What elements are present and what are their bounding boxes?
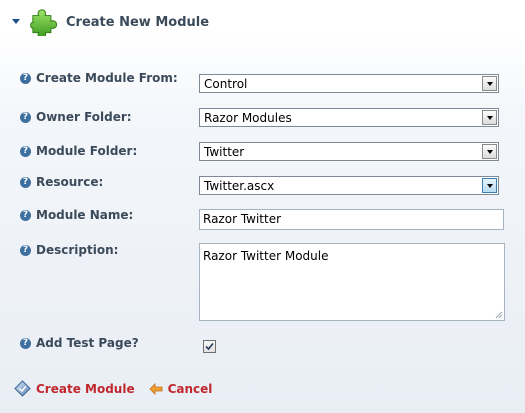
description-label: Description: [36,243,119,257]
create-from-select[interactable]: Control [199,74,499,93]
description-textarea[interactable]: Razor Twitter Module [199,243,505,321]
owner-folder-value: Razor Modules [204,110,292,125]
resize-grip-icon[interactable] [495,311,503,319]
help-icon[interactable]: ? [20,111,31,123]
module-folder-row: ? Module Folder: [20,144,137,158]
owner-folder-select[interactable]: Razor Modules [199,108,499,127]
help-icon[interactable]: ? [20,209,31,221]
module-folder-label: Module Folder: [36,144,138,158]
add-test-page-label: Add Test Page? [36,336,139,350]
back-arrow-icon [149,382,162,395]
add-test-page-checkbox[interactable] [203,340,216,353]
description-row: ? Description: [20,243,118,257]
module-header: Create New Module [12,6,209,38]
create-from-value: Control [204,76,248,91]
module-name-label: Module Name: [36,208,134,222]
chevron-down-icon[interactable] [482,144,497,159]
add-test-page-row: ? Add Test Page? [20,336,139,350]
chevron-down-icon[interactable] [482,110,497,125]
checkmark-icon [205,342,214,351]
module-name-input[interactable]: Razor Twitter [199,209,504,230]
resource-value: Twitter.ascx [204,178,275,193]
help-icon[interactable]: ? [20,72,31,84]
module-folder-value: Twitter [204,144,245,159]
resource-select[interactable]: Twitter.ascx [199,176,499,195]
help-icon[interactable]: ? [20,145,31,157]
help-icon[interactable]: ? [20,337,31,349]
module-name-row: ? Module Name: [20,208,133,222]
chevron-down-icon[interactable] [482,178,497,193]
create-from-row: ? Create Module From: [20,71,178,85]
description-value: Razor Twitter Module [203,249,329,263]
collapse-arrow-icon[interactable] [12,18,20,24]
cancel-label: Cancel [167,381,213,396]
create-diamond-icon [14,380,31,397]
module-folder-select[interactable]: Twitter [199,142,499,161]
action-bar: Create Module Cancel [14,380,212,397]
create-module-button[interactable]: Create Module [14,380,135,397]
page-title: Create New Module [66,14,210,30]
chevron-down-icon[interactable] [482,76,497,91]
create-from-label: Create Module From: [36,71,178,85]
create-module-label: Create Module [36,381,135,396]
resource-row: ? Resource: [20,175,103,189]
cancel-button[interactable]: Cancel [149,381,213,396]
owner-folder-row: ? Owner Folder: [20,110,132,124]
resource-label: Resource: [36,175,104,189]
help-icon[interactable]: ? [20,244,31,256]
owner-folder-label: Owner Folder: [36,110,132,124]
puzzle-piece-icon [30,9,58,36]
help-icon[interactable]: ? [20,176,31,188]
